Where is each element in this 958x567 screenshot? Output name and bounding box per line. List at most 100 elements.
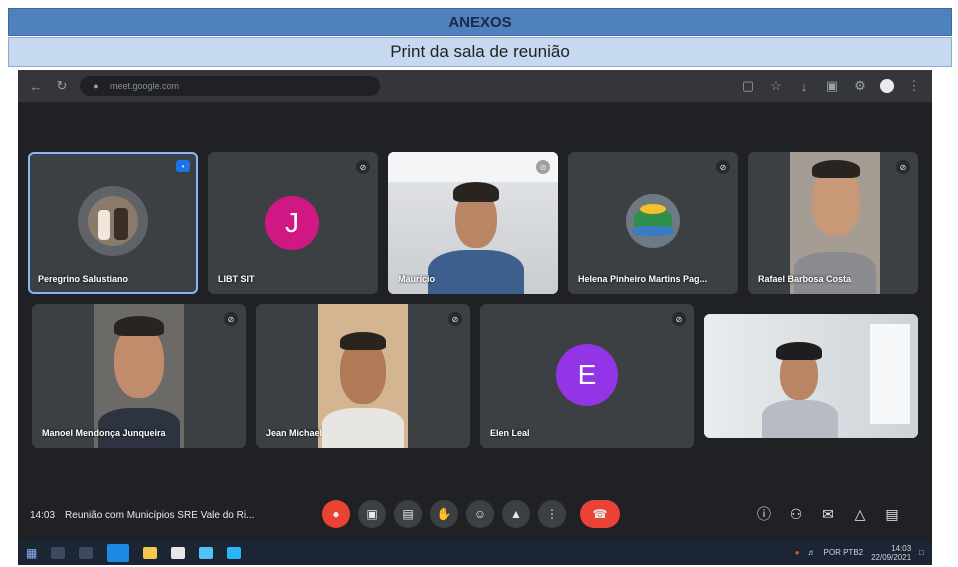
participant-name: Elen Leal [490, 428, 530, 438]
reload-icon[interactable]: ↻ [54, 78, 70, 94]
participant-avatar [626, 194, 680, 248]
info-icon: ⓘ [757, 506, 771, 522]
chat-button[interactable]: ✉ [818, 504, 838, 524]
app-taskbar-icon[interactable] [107, 543, 130, 562]
participant-tile[interactable]: ⊘ Manoel Mendonça Junqueira [32, 304, 246, 448]
mic-off-icon: ⊘ [448, 312, 462, 326]
participant-tile[interactable]: ⊘ Rafael Barbosa Costa [748, 152, 918, 294]
host-controls-button[interactable]: ▤ [882, 504, 902, 524]
raise-hand-icon: ✋ [436, 507, 452, 521]
avatar-initial: E [577, 359, 597, 390]
participant-name: Peregrino Salustiano [38, 274, 129, 284]
meeting-controls: 14:03 Reunião com Municípios SRE Vale do… [18, 488, 932, 543]
participant-tile[interactable]: ⊘ Helena Pinheiro Martins Pag... [568, 152, 738, 294]
participant-video [790, 152, 880, 294]
taskbar-clock[interactable]: 14:03 22/09/2021 [871, 544, 911, 562]
menu-icon[interactable]: ⋮ [906, 78, 922, 94]
language-indicator[interactable]: POR PTB2 [824, 548, 864, 557]
camera-button[interactable]: ▣ [358, 500, 386, 528]
participant-avatar: E [556, 344, 618, 406]
people-button[interactable]: ⚇ [786, 504, 806, 524]
meeting-info: 14:03 Reunião com Municípios SRE Vale do… [30, 510, 254, 521]
participant-tile[interactable]: ⊘ Maurício [388, 152, 558, 294]
windows-start-icon[interactable]: ▦ [26, 546, 37, 560]
address-bar[interactable]: ● meet.google.com [80, 76, 380, 96]
browser-toolbar: ← ↻ ● meet.google.com ▢ ☆ ↓ ▣ ⚙ ⋮ [18, 70, 932, 102]
notification-icon[interactable]: □ [919, 548, 924, 557]
hang-up-button[interactable]: ☎ [580, 500, 620, 528]
people-icon: ⚇ [789, 505, 803, 522]
participant-video [94, 304, 184, 448]
app-taskbar-icon[interactable] [227, 546, 242, 559]
present-button[interactable]: ▲ [502, 500, 530, 528]
meeting-time: 14:03 [30, 510, 56, 521]
task-view-icon[interactable] [79, 546, 94, 559]
mic-off-icon: ⊘ [536, 160, 550, 174]
participant-tile[interactable]: ⊘ Jean Michael [256, 304, 470, 448]
participant-name: Maurício [398, 274, 436, 284]
participant-name: Manoel Mendonça Junqueira [42, 428, 166, 438]
annex-header: ANEXOS [8, 8, 952, 36]
meeting-grid: • Peregrino Salustiano J ⊘ LIBT SIT ⊘ Ma [18, 102, 932, 540]
mic-off-icon: ⊘ [224, 312, 238, 326]
puzzle-icon[interactable]: ▣ [824, 78, 840, 94]
clock-time: 14:03 [891, 543, 912, 553]
clock-date: 22/09/2021 [871, 552, 912, 562]
annex-subtitle: Print da sala de reunião [390, 42, 570, 61]
page: ANEXOS Print da sala de reunião ← ↻ ● me… [0, 0, 958, 567]
mail-taskbar-icon[interactable] [199, 546, 214, 559]
mic-off-icon: ⊘ [672, 312, 686, 326]
captions-icon: ▤ [402, 507, 414, 521]
microphone-icon: ● [332, 507, 340, 521]
camera-icon: ▣ [366, 507, 378, 521]
emoji-button[interactable]: ☺ [466, 500, 494, 528]
activities-button[interactable]: △ [850, 504, 870, 524]
participant-video [704, 314, 918, 438]
participant-name: Rafael Barbosa Costa [758, 274, 852, 284]
search-taskbar-icon[interactable] [51, 546, 66, 559]
participant-tile[interactable] [704, 314, 918, 438]
download-icon[interactable]: ↓ [796, 79, 812, 94]
present-icon: ▲ [510, 507, 522, 521]
info-button[interactable]: ⓘ [754, 504, 774, 524]
settings-icon[interactable]: ⚙ [852, 78, 868, 94]
url-text: meet.google.com [110, 81, 180, 91]
lock-icon: ● [93, 81, 99, 91]
participant-tile[interactable]: J ⊘ LIBT SIT [208, 152, 378, 294]
network-icon[interactable]: ● [795, 548, 800, 557]
mic-off-icon: ⊘ [716, 160, 730, 174]
mic-off-icon: ⊘ [356, 160, 370, 174]
app-taskbar-icon[interactable] [171, 546, 186, 559]
captions-button[interactable]: ▤ [394, 500, 422, 528]
back-arrow-icon[interactable]: ← [28, 79, 44, 94]
volume-icon[interactable]: ♬ [808, 548, 816, 557]
participant-name: Jean Michael [266, 428, 323, 438]
raise-hand-button[interactable]: ✋ [430, 500, 458, 528]
screenshot-frame: ← ↻ ● meet.google.com ▢ ☆ ↓ ▣ ⚙ ⋮ • Pere… [18, 70, 932, 565]
participant-avatar [78, 186, 148, 256]
participant-video [388, 152, 558, 294]
annex-subheader: Print da sala de reunião [8, 37, 952, 67]
more-options-button[interactable]: ⋮ [538, 500, 566, 528]
microphone-button[interactable]: ● [322, 500, 350, 528]
profile-avatar[interactable] [880, 79, 894, 93]
activities-icon: △ [854, 505, 866, 522]
lock-meeting-icon: ▤ [885, 505, 899, 522]
system-tray: ● ♬ POR PTB2 14:03 22/09/2021 □ [795, 544, 924, 562]
meeting-title: Reunião com Municípios SRE Vale do Ri... [65, 510, 255, 521]
star-icon[interactable]: ☆ [768, 78, 784, 94]
hang-up-icon: ☎ [592, 507, 608, 521]
more-options-icon: ⋮ [546, 507, 558, 521]
participant-avatar: J [265, 196, 319, 250]
folder-taskbar-icon[interactable] [143, 546, 158, 559]
extension-icon[interactable]: ▢ [740, 78, 756, 94]
emoji-icon: ☺ [473, 507, 487, 521]
speaking-indicator-icon: • [176, 160, 190, 172]
avatar-initial: J [285, 207, 299, 238]
participant-video [318, 304, 408, 448]
participant-tile[interactable]: E ⊘ Elen Leal [480, 304, 694, 448]
chat-icon: ✉ [822, 505, 834, 522]
participant-name: LIBT SIT [218, 274, 255, 284]
browser-extensions: ▢ ☆ ↓ ▣ ⚙ ⋮ [740, 78, 922, 94]
participant-tile[interactable]: • Peregrino Salustiano [28, 152, 198, 294]
